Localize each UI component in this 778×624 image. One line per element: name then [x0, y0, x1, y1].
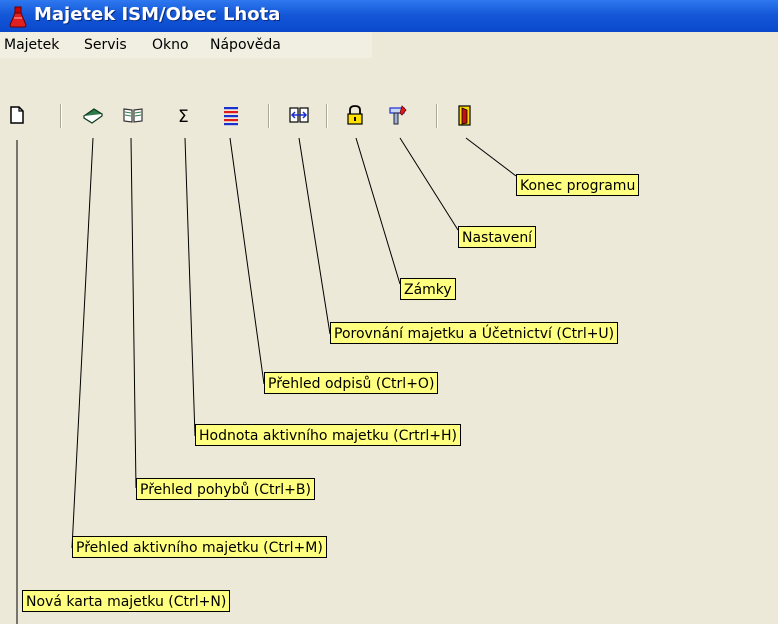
- callout-prehled-aktivniho: Přehled aktivního majetku (Ctrl+M): [72, 536, 327, 558]
- callout-nastaveni: Nastavení: [458, 226, 537, 248]
- callout-prehled-odpisu: Přehled odpisů (Ctrl+O): [264, 372, 439, 394]
- callout-zamky: Zámky: [400, 278, 456, 300]
- callout-hodnota-aktivniho: Hodnota aktivního majetku (Crtrl+H): [195, 424, 461, 446]
- callout-konec-programu: Konec programu: [516, 174, 640, 196]
- callout-prehled-pohybu: Přehled pohybů (Ctrl+B): [136, 478, 315, 500]
- callout-leader-lines: [16, 137, 517, 624]
- callout-nova-karta: Nová karta majetku (Ctrl+N): [22, 590, 231, 612]
- callout-porovnani: Porovnání majetku a Účetnictví (Ctrl+U): [330, 322, 619, 344]
